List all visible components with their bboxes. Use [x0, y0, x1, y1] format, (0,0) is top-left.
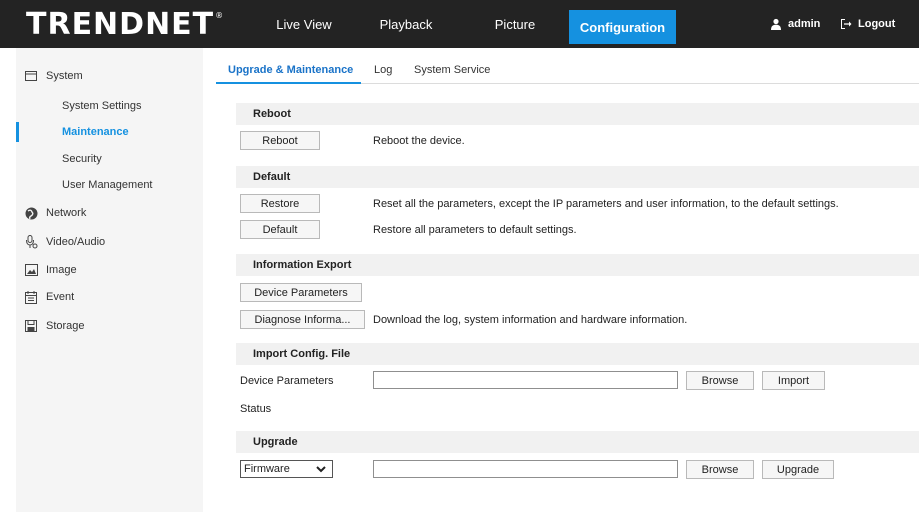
active-indicator	[16, 122, 19, 142]
nav-live-view[interactable]: Live View	[258, 0, 350, 48]
sidebar-item-image[interactable]: Image	[16, 262, 203, 278]
diagnose-description: Download the log, system information and…	[373, 314, 688, 326]
logout-button[interactable]: Logout	[840, 0, 895, 48]
sidebar-label-storage: Storage	[46, 320, 85, 332]
import-status-label: Status	[240, 403, 272, 415]
sidebar-item-user-management[interactable]: User Management	[62, 179, 153, 191]
section-default-header: Default	[236, 166, 919, 188]
top-bar: TRENDNET ® Live View Playback Picture Con…	[0, 0, 919, 48]
import-button[interactable]: Import	[762, 371, 825, 390]
upgrade-type-value: Firmware	[244, 463, 290, 475]
logout-label: Logout	[858, 18, 896, 30]
sidebar-label-image: Image	[46, 264, 77, 276]
import-browse-button[interactable]: Browse	[686, 371, 754, 390]
logout-icon	[841, 19, 852, 29]
restore-description: Reset all the parameters, except the IP …	[373, 198, 839, 210]
section-import-header: Import Config. File	[236, 343, 919, 365]
calendar-icon	[24, 290, 38, 304]
trendnet-logo: TRENDNET ®	[26, 6, 224, 42]
upgrade-browse-button[interactable]: Browse	[686, 460, 754, 479]
sidebar-label-video-audio: Video/Audio	[46, 236, 106, 248]
sidebar-label-system: System	[46, 70, 83, 82]
microphone-icon	[24, 235, 38, 249]
nav-configuration[interactable]: Configuration	[569, 10, 676, 44]
nav-picture[interactable]: Picture	[477, 0, 553, 48]
logo-text: TRENDNET	[26, 6, 215, 42]
section-export-header: Information Export	[236, 254, 919, 276]
import-device-parameters-label: Device Parameters	[240, 375, 334, 387]
section-reboot-header: Reboot	[236, 103, 919, 125]
storage-disk-icon	[24, 319, 38, 333]
default-button[interactable]: Default	[240, 220, 320, 239]
chevron-down-icon	[316, 466, 326, 473]
sidebar: System System Settings Maintenance Secur…	[16, 48, 203, 512]
reboot-description: Reboot the device.	[373, 135, 465, 147]
tab-system-service[interactable]: System Service	[414, 64, 490, 76]
upgrade-file-path-field[interactable]	[373, 460, 678, 478]
sidebar-item-video-audio[interactable]: Video/Audio	[16, 234, 203, 250]
sidebar-item-event[interactable]: Event	[16, 289, 203, 305]
nav-playback[interactable]: Playback	[366, 0, 446, 48]
network-globe-icon	[24, 206, 38, 220]
restore-button[interactable]: Restore	[240, 194, 320, 213]
tab-log[interactable]: Log	[374, 64, 392, 76]
sidebar-item-network[interactable]: Network	[16, 205, 203, 221]
sidebar-label-event: Event	[46, 291, 75, 303]
diagnose-information-button[interactable]: Diagnose Informa...	[240, 310, 365, 329]
reboot-button[interactable]: Reboot	[240, 131, 320, 150]
sidebar-label-network: Network	[46, 207, 87, 219]
section-upgrade-header: Upgrade	[236, 431, 919, 453]
upgrade-button[interactable]: Upgrade	[762, 460, 834, 479]
export-device-parameters-button[interactable]: Device Parameters	[240, 283, 362, 302]
default-description: Restore all parameters to default settin…	[373, 224, 577, 236]
sidebar-item-storage[interactable]: Storage	[16, 318, 203, 334]
user-menu[interactable]: admin	[770, 0, 820, 48]
tab-upgrade-maintenance[interactable]: Upgrade & Maintenance	[228, 64, 353, 76]
upgrade-type-select[interactable]: Firmware	[240, 460, 333, 478]
username: admin	[788, 18, 821, 30]
image-icon	[24, 263, 38, 277]
registered-mark: ®	[215, 10, 225, 20]
tab-active-underline	[216, 82, 361, 84]
system-icon	[24, 69, 38, 83]
sidebar-item-security[interactable]: Security	[62, 153, 102, 165]
user-icon	[771, 18, 781, 30]
sidebar-item-maintenance[interactable]: Maintenance	[62, 126, 129, 138]
import-file-path-field[interactable]	[373, 371, 678, 389]
sidebar-item-system[interactable]: System	[16, 68, 203, 84]
sidebar-item-system-settings[interactable]: System Settings	[62, 100, 141, 112]
